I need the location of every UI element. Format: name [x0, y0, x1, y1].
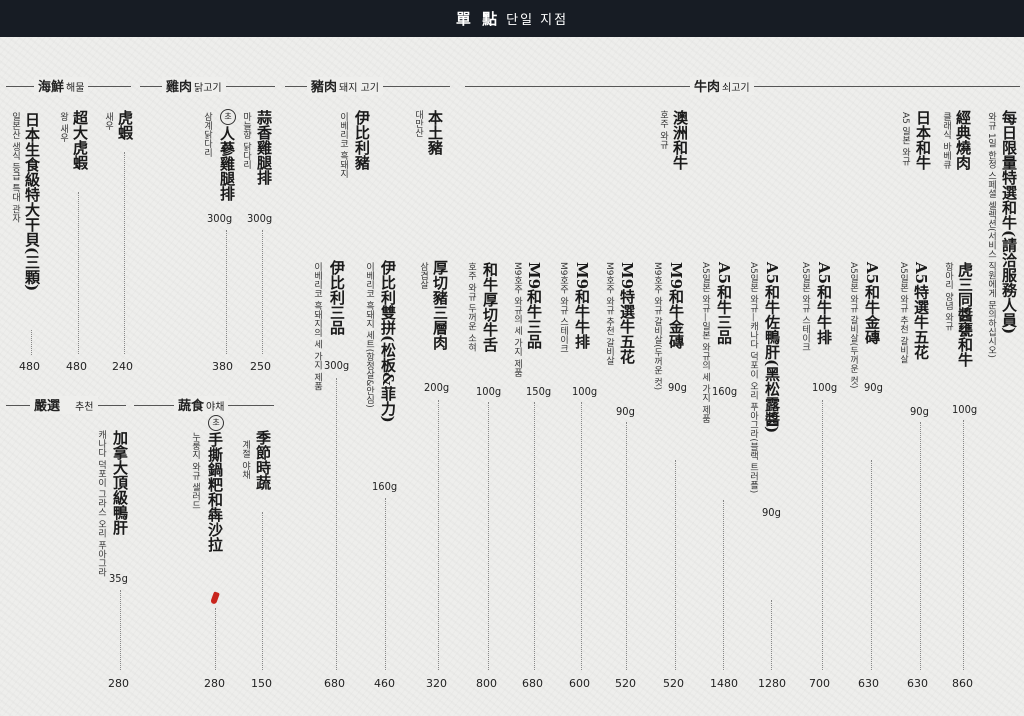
- menu-item: 每日限量特選和牛(請洽服務人員) 와규 1일 한정 스페셜 셀렉션(서비스 직원…: [980, 0, 1024, 716]
- item-subtitle: M9호주 와규의 세 가지 제품: [512, 262, 522, 377]
- item-subtitle: 와규 1일 한정 스페셜 셀렉션(서비스 직원에게 문의하십시오): [986, 112, 996, 358]
- item-price: 700: [809, 677, 830, 690]
- item-name: A5和牛金磚: [863, 262, 881, 345]
- item-subtitle: A5일본 와규 갈비살(두꺼운 컷): [848, 262, 858, 389]
- item-weight: 35g: [109, 572, 128, 585]
- item-weight: 160g: [372, 480, 398, 493]
- item-name: M9和牛三品: [525, 262, 543, 350]
- item-badge: 초: [208, 415, 224, 431]
- item-subtitle: A5일본 와규—캐나다 덕포이 오리 푸아그라(블랙 트러플): [748, 262, 758, 494]
- menu-item: M9和牛牛排 M9호주 와규 스테이크 100g 600: [554, 0, 602, 716]
- item-name: 和牛厚切牛舌: [481, 262, 499, 352]
- menu-item: A5和牛三品 A5일본 와규—일본 와규의 세 가지 제품 160g 1480: [696, 0, 744, 716]
- item-subtitle: M9호주 와규 스테이크: [558, 262, 568, 354]
- item-weight: 90g: [910, 405, 929, 418]
- menu-item: M9特選牛五花 M9호주 와규 추천 갈비살 90g 520: [600, 0, 648, 716]
- item-name: 手撕鍋粑和犇沙拉: [206, 432, 224, 552]
- item-name: 季節時蔬: [254, 430, 272, 490]
- item-price: 630: [858, 677, 879, 690]
- menu-item: 초 手撕鍋粑和犇沙拉 누룽지 와규 샐러드 280: [186, 0, 236, 716]
- item-price: 150: [251, 677, 272, 690]
- item-name: A5和牛佐鴨肝(黑松露醬): [763, 262, 781, 434]
- item-weight: 150g: [526, 385, 552, 398]
- item-name: 伊比利三品: [328, 260, 346, 335]
- item-price: 280: [108, 677, 129, 690]
- menu-item: M9和牛金磚 M9호주 와규 갈비살(두꺼운 컷) 90g 520: [648, 0, 694, 716]
- item-subtitle: A5일본 와규 스테이크: [800, 262, 810, 352]
- item-subtitle: 왕 새우: [58, 112, 68, 142]
- item-weight: 90g: [762, 506, 781, 519]
- item-weight: 100g: [572, 385, 598, 398]
- item-name: A5和牛三品: [715, 262, 733, 345]
- menu-item: 伊比利雙拼(松板&菲力) 이베리코 흑돼지 세트(항정살&안심) 160g 46…: [360, 0, 408, 716]
- item-subtitle: 항아리 양념 와규: [943, 262, 953, 331]
- item-price: 320: [426, 677, 447, 690]
- item-name: 每日限量特選和牛(請洽服務人員): [1000, 110, 1018, 335]
- item-subtitle: 호주 와규 두꺼운 소혀: [466, 262, 476, 352]
- item-weight: 100g: [812, 381, 838, 394]
- item-weight: 90g: [668, 381, 687, 394]
- item-name: 加拿大頂級鴨肝: [111, 430, 129, 535]
- item-subtitle: M9호주 와규 추천 갈비살: [604, 262, 614, 366]
- item-subtitle: 계절 야채: [240, 440, 250, 479]
- item-name: M9特選牛五花: [618, 262, 636, 365]
- item-subtitle: 삼겹살: [418, 262, 428, 289]
- item-name: 虎三同醬甕和牛: [956, 262, 974, 367]
- menu-item: A5和牛佐鴨肝(黑松露醬) A5일본 와규—캐나다 덕포이 오리 푸아그라(블랙…: [744, 0, 794, 716]
- item-subtitle: 일본산 생식 등급 특대 관자: [10, 112, 20, 223]
- menu-item: A5和牛牛排 A5일본 와규 스테이크 100g 700: [796, 0, 844, 716]
- menu-item: M9和牛三品 M9호주 와규의 세 가지 제품 150g 680: [508, 0, 556, 716]
- item-price: 860: [952, 677, 973, 690]
- menu-item: A5特選牛五花 A5일본 와규 추천 갈비살 90g 630: [894, 0, 942, 716]
- item-price: 680: [324, 677, 345, 690]
- item-price: 1480: [710, 677, 738, 690]
- item-name: 伊比利雙拼(松板&菲力): [379, 260, 397, 423]
- item-price: 480: [19, 360, 40, 373]
- menu-item: 加拿大頂級鴨肝 캐나다 덕포이 그라스 오리 푸아그라 35g 280: [92, 0, 137, 716]
- item-subtitle: A5일본 와규 추천 갈비살: [898, 262, 908, 364]
- item-weight: 200g: [424, 381, 450, 394]
- item-subtitle: A5일본 와규—일본 와규의 세 가지 제품: [700, 262, 710, 424]
- item-price: 800: [476, 677, 497, 690]
- menu-item: 和牛厚切牛舌 호주 와규 두꺼운 소혀 100g 800: [462, 0, 510, 716]
- item-weight: 90g: [616, 405, 635, 418]
- item-price: 680: [522, 677, 543, 690]
- item-subtitle: 누룽지 와규 샐러드: [190, 432, 200, 510]
- item-name: 日本生食級特大干貝(三顆): [23, 112, 41, 292]
- item-price: 630: [907, 677, 928, 690]
- chili-pepper-icon: [210, 591, 220, 605]
- item-subtitle: 캐나다 덕포이 그라스 오리 푸아그라: [96, 430, 106, 577]
- item-weight: 90g: [864, 381, 883, 394]
- item-name: 厚切豬三層肉: [431, 260, 449, 350]
- item-price: 460: [374, 677, 395, 690]
- item-name: A5和牛牛排: [815, 262, 833, 345]
- menu-item: 伊比利三品 이베리코 흑돼지의 세 가지 제품 300g 680: [306, 0, 356, 716]
- item-name: 超大虎蝦: [71, 110, 89, 170]
- item-name: A5特選牛五花: [912, 262, 930, 360]
- menu-item: 虎三同醬甕和牛 항아리 양념 와규 100g 860: [940, 0, 986, 716]
- item-weight: 160g: [712, 385, 738, 398]
- menu-item: 季節時蔬 계절 야채 150: [238, 0, 278, 716]
- item-name: M9和牛金磚: [667, 262, 685, 350]
- item-price: 520: [663, 677, 684, 690]
- item-subtitle: 이베리코 흑돼지 세트(항정살&안심): [364, 262, 374, 408]
- item-price: 280: [204, 677, 225, 690]
- item-subtitle: M9호주 와규 갈비살(두꺼운 컷): [652, 262, 662, 391]
- item-price: 600: [569, 677, 590, 690]
- item-weight: 300g: [324, 359, 350, 372]
- menu-item: 厚切豬三層肉 삼겹살 200g 320: [414, 0, 462, 716]
- item-weight: 100g: [952, 403, 978, 416]
- item-price: 1280: [758, 677, 786, 690]
- menu-item: 日本生食級特大干貝(三顆) 일본산 생식 등급 특대 관자 480: [0, 0, 45, 716]
- item-name: M9和牛牛排: [573, 262, 591, 350]
- item-price: 480: [66, 360, 87, 373]
- item-weight: 100g: [476, 385, 502, 398]
- item-price: 520: [615, 677, 636, 690]
- menu-item: A5和牛金磚 A5일본 와규 갈비살(두꺼운 컷) 90g 630: [844, 0, 892, 716]
- item-subtitle: 이베리코 흑돼지의 세 가지 제품: [312, 262, 322, 391]
- menu-item: 超大虎蝦 왕 새우 480: [50, 0, 95, 716]
